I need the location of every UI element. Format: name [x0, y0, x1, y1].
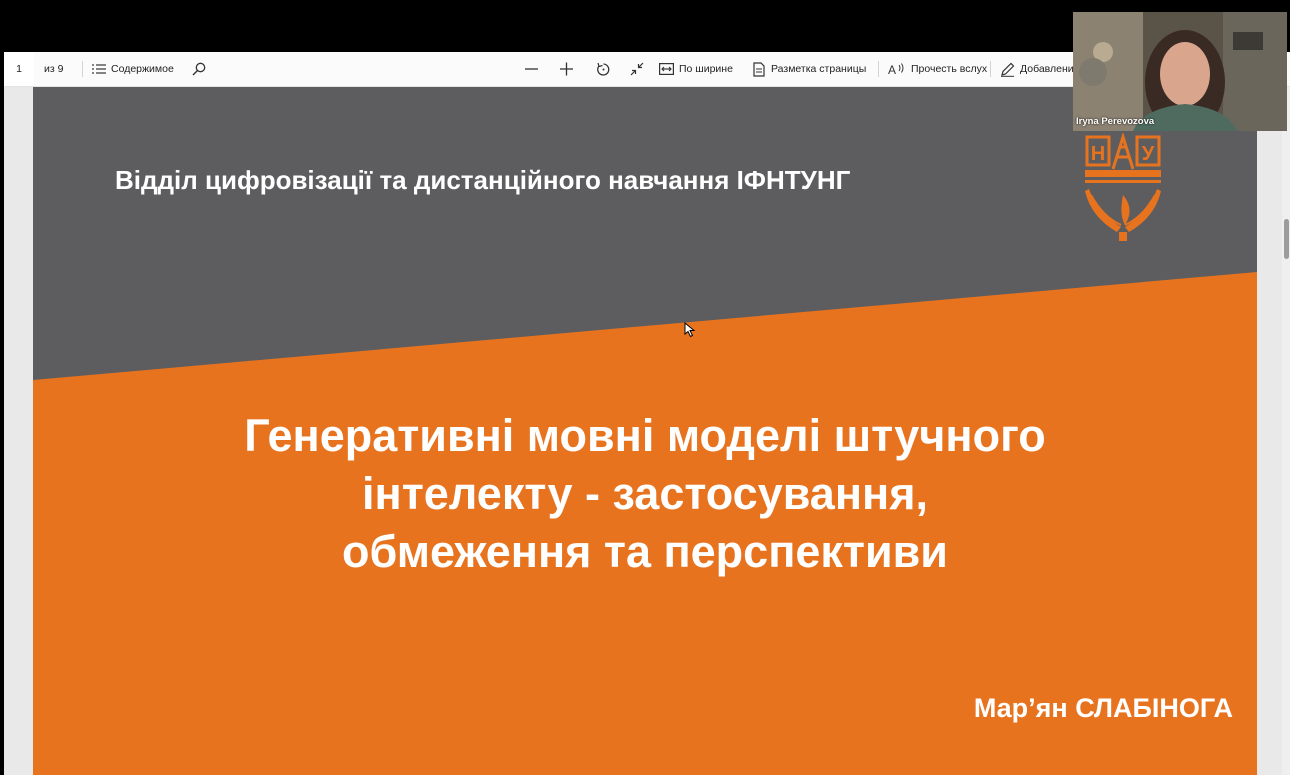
page-total: из 9 [44, 52, 63, 86]
minus-icon [524, 62, 539, 76]
mouse-cursor-icon [684, 322, 696, 338]
svg-text:A: A [888, 63, 896, 76]
scrollbar-thumb[interactable] [1284, 219, 1289, 259]
toolbar-divider [82, 61, 83, 77]
logo-letter-right: У [1142, 143, 1155, 165]
slide-page: Відділ цифровізації та дистанційного нав… [33, 87, 1257, 775]
university-logo: Н У [1085, 133, 1161, 241]
rotate-icon [596, 62, 611, 77]
title-line: обмеження та перспективи [342, 526, 948, 577]
contents-button[interactable]: Содержимое [92, 52, 174, 86]
add-notes-label: Добавление [1020, 63, 1080, 75]
rotate-button[interactable] [596, 52, 611, 86]
author-name: Мар’ян СЛАБІНОГА [973, 693, 1233, 723]
read-aloud-button[interactable]: A Прочесть вслух [888, 52, 987, 86]
fit-width-icon [659, 63, 674, 75]
page-total-label: из 9 [44, 63, 64, 75]
page-number-input[interactable]: 1 [4, 52, 34, 86]
zoom-out-button[interactable] [524, 52, 539, 86]
fit-width-button[interactable]: По ширине [659, 52, 733, 86]
pen-icon [1000, 62, 1015, 77]
participant-name: Iryna Perevozova [1076, 116, 1155, 127]
toolbar-divider [990, 61, 991, 77]
zoom-in-button[interactable] [559, 52, 574, 86]
search-button[interactable] [192, 52, 206, 86]
participant-video[interactable]: Iryna Perevozova [1073, 12, 1287, 131]
search-icon [192, 62, 206, 76]
page-number: 1 [16, 63, 22, 75]
toolbar-divider [878, 61, 879, 77]
participant-video-frame [1073, 12, 1287, 131]
title-line: інтелекту - застосування, [362, 468, 928, 519]
page-layout-label: Разметка страницы [771, 63, 867, 75]
collapse-arrows-icon [630, 62, 644, 76]
page-layout-button[interactable]: Разметка страницы [752, 52, 866, 86]
add-notes-button[interactable]: Добавление [1000, 52, 1080, 86]
list-icon [92, 63, 106, 75]
fit-page-button[interactable] [630, 52, 644, 86]
logo-letter-left: Н [1091, 143, 1105, 165]
read-aloud-label: Прочесть вслух [911, 63, 988, 75]
department-heading: Відділ цифровізації та дистанційного нав… [115, 165, 851, 195]
slide-title: Генеративні мовні моделі штучного інтеле… [33, 407, 1257, 581]
fit-width-label: По ширине [679, 63, 733, 75]
read-aloud-icon: A [888, 62, 906, 76]
vertical-scrollbar[interactable] [1282, 87, 1290, 775]
page-layout-icon [752, 61, 766, 77]
title-line: Генеративні мовні моделі штучного [244, 410, 1046, 461]
contents-label: Содержимое [111, 63, 174, 75]
plus-icon [559, 62, 574, 76]
